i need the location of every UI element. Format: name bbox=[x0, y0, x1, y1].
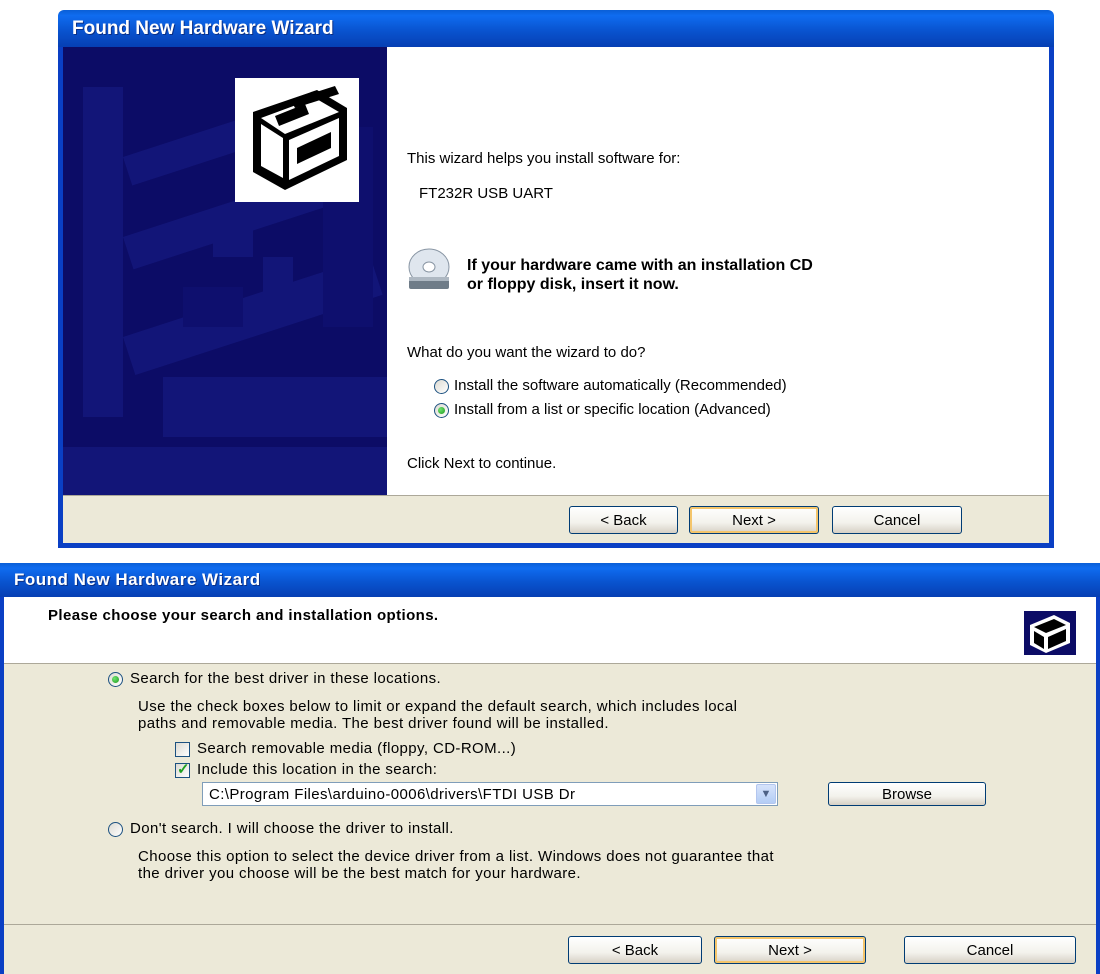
back-button[interactable]: < Back bbox=[568, 936, 702, 964]
search-removable-label[interactable]: Search removable media (floppy, CD-ROM..… bbox=[197, 740, 516, 757]
back-button[interactable]: < Back bbox=[569, 506, 678, 534]
radio-search-best-driver[interactable] bbox=[108, 672, 123, 687]
window-frame-bottom bbox=[58, 543, 1054, 548]
option-advanced-label[interactable]: Install from a list or specific location… bbox=[454, 401, 771, 418]
page-heading: Please choose your search and installati… bbox=[48, 607, 439, 624]
wizard-button-bar: < Back Next > Cancel bbox=[4, 924, 1096, 974]
wizard-button-bar: < Back Next > Cancel bbox=[63, 495, 1049, 543]
cd-drive-icon bbox=[405, 247, 453, 295]
include-location-label[interactable]: Include this location in the search: bbox=[197, 761, 437, 778]
browse-button[interactable]: Browse bbox=[828, 782, 986, 806]
wizard-window-1: Found New Hardware Wizard This wizard he… bbox=[58, 10, 1054, 548]
wizard-header: Please choose your search and installati… bbox=[4, 597, 1096, 664]
dont-search-description-line1: Choose this option to select the device … bbox=[138, 848, 774, 865]
wizard-window-2: Found New Hardware Wizard Please choose … bbox=[0, 563, 1100, 974]
cancel-button[interactable]: Cancel bbox=[832, 506, 962, 534]
location-path-combobox[interactable]: C:\Program Files\arduino-0006\drivers\FT… bbox=[202, 782, 778, 806]
cancel-button[interactable]: Cancel bbox=[904, 936, 1076, 964]
intro-text: This wizard helps you install software f… bbox=[407, 150, 681, 167]
radio-install-automatically[interactable] bbox=[434, 379, 449, 394]
radio-dont-search[interactable] bbox=[108, 822, 123, 837]
window-title[interactable]: Found New Hardware Wizard bbox=[58, 10, 1054, 47]
wizard-options-panel: Search for the best driver in these loca… bbox=[4, 664, 1096, 924]
window-frame-right bbox=[1096, 597, 1100, 974]
next-button[interactable]: Next > bbox=[689, 506, 819, 534]
wizard-sidebar-banner bbox=[63, 47, 387, 495]
dont-search-label[interactable]: Don't search. I will choose the driver t… bbox=[130, 820, 454, 837]
checkbox-search-removable[interactable] bbox=[175, 742, 190, 757]
location-path-value[interactable]: C:\Program Files\arduino-0006\drivers\FT… bbox=[209, 786, 575, 803]
next-button[interactable]: Next > bbox=[714, 936, 866, 964]
search-description-line2: paths and removable media. The best driv… bbox=[138, 715, 609, 732]
dropdown-arrow-icon[interactable]: ▼ bbox=[756, 784, 776, 804]
dont-search-description-line2: the driver you choose will be the best m… bbox=[138, 865, 581, 882]
cd-instruction-line1: If your hardware came with an installati… bbox=[467, 257, 813, 274]
window-title[interactable]: Found New Hardware Wizard bbox=[0, 563, 1100, 597]
window-frame-right bbox=[1049, 47, 1054, 548]
cd-instruction-line2: or floppy disk, insert it now. bbox=[467, 276, 679, 293]
search-description-line1: Use the check boxes below to limit or ex… bbox=[138, 698, 738, 715]
checkbox-include-location[interactable] bbox=[175, 760, 190, 778]
wizard-content: This wizard helps you install software f… bbox=[387, 47, 1049, 495]
search-option-label[interactable]: Search for the best driver in these loca… bbox=[130, 670, 441, 687]
question-text: What do you want the wizard to do? bbox=[407, 344, 646, 361]
hardware-wizard-icon bbox=[1024, 611, 1076, 655]
radio-install-from-list[interactable] bbox=[434, 403, 449, 418]
hardware-wizard-icon bbox=[235, 78, 359, 202]
footer-instruction: Click Next to continue. bbox=[407, 455, 557, 472]
option-automatic-label[interactable]: Install the software automatically (Reco… bbox=[454, 377, 787, 394]
device-name: FT232R USB UART bbox=[419, 185, 553, 202]
